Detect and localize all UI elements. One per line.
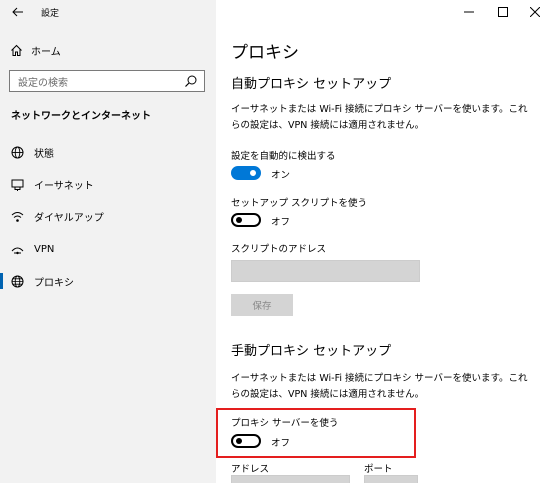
- manual-proxy-heading: 手動プロキシ セットアップ: [231, 344, 392, 359]
- maximize-button[interactable]: [486, 2, 520, 22]
- ethernet-icon: [10, 177, 24, 191]
- sidebar-item-label: ダイヤルアップ: [34, 212, 104, 224]
- manual-proxy-description: イーサネットまたは Wi-Fi 接続にプロキシ サーバーを使います。これらの設定…: [231, 373, 528, 400]
- proxy-address-input[interactable]: [231, 475, 350, 483]
- use-proxy-state: オフ: [271, 438, 291, 449]
- home-icon: [11, 44, 22, 56]
- app-title: 設定: [41, 9, 60, 19]
- script-address-label: スクリプトのアドレス: [231, 244, 327, 255]
- minimize-button[interactable]: [452, 2, 486, 22]
- sidebar-home[interactable]: ホーム: [10, 41, 61, 59]
- search-placeholder: 設定の検索: [18, 77, 68, 89]
- setup-script-toggle[interactable]: [231, 213, 261, 227]
- detect-settings-label: 設定を自動的に検出する: [231, 151, 336, 162]
- close-icon: [530, 7, 540, 17]
- save-button[interactable]: 保存: [231, 294, 293, 316]
- detect-settings-toggle[interactable]: [231, 166, 261, 180]
- minimize-icon: [464, 11, 474, 13]
- maximize-icon: [498, 7, 508, 17]
- auto-proxy-heading: 自動プロキシ セットアップ: [231, 77, 392, 92]
- proxy-port-input[interactable]: [364, 475, 418, 483]
- sidebar-item-label: プロキシ: [34, 277, 74, 289]
- script-address-input[interactable]: [231, 260, 420, 282]
- section-title: ネットワークとインターネット: [11, 111, 151, 122]
- auto-proxy-description: イーサネットまたは Wi-Fi 接続にプロキシ サーバーを使います。これらの設定…: [231, 104, 528, 131]
- sidebar-item-status[interactable]: 状態: [0, 138, 216, 166]
- back-arrow-icon: [12, 7, 23, 17]
- sidebar-item-label: VPN: [34, 243, 55, 255]
- sidebar-item-proxy[interactable]: プロキシ: [0, 267, 216, 295]
- globe-icon: [10, 274, 24, 288]
- sidebar-item-label: 状態: [34, 148, 54, 160]
- sidebar-item-dialup[interactable]: ダイヤルアップ: [0, 202, 216, 230]
- setup-script-label: セットアップ スクリプトを使う: [231, 198, 368, 209]
- proxy-port-label: ポート: [364, 464, 393, 475]
- search-icon[interactable]: [184, 74, 198, 88]
- sidebar-item-vpn[interactable]: VPN: [0, 235, 216, 263]
- sidebar-item-ethernet[interactable]: イーサネット: [0, 170, 216, 198]
- proxy-address-label: アドレス: [231, 464, 270, 475]
- detect-settings-state: オン: [271, 170, 291, 181]
- dialup-icon: [10, 209, 24, 223]
- close-button[interactable]: [518, 2, 550, 22]
- setup-script-state: オフ: [271, 217, 291, 228]
- use-proxy-toggle[interactable]: [231, 434, 261, 448]
- use-proxy-label: プロキシ サーバーを使う: [231, 418, 339, 429]
- page-title: プロキシ: [231, 43, 299, 63]
- search-input[interactable]: 設定の検索: [9, 70, 205, 92]
- sidebar: 設定 ホーム 設定の検索 ネットワークとインターネット 状態 イーサネット ダイ…: [0, 0, 216, 483]
- globe-status-icon: [10, 145, 24, 159]
- main-content: プロキシ 自動プロキシ セットアップ イーサネットまたは Wi-Fi 接続にプロ…: [216, 0, 550, 483]
- sidebar-item-label: イーサネット: [34, 180, 94, 192]
- vpn-icon: [10, 242, 24, 256]
- home-label: ホーム: [31, 46, 61, 58]
- back-button[interactable]: [6, 3, 30, 21]
